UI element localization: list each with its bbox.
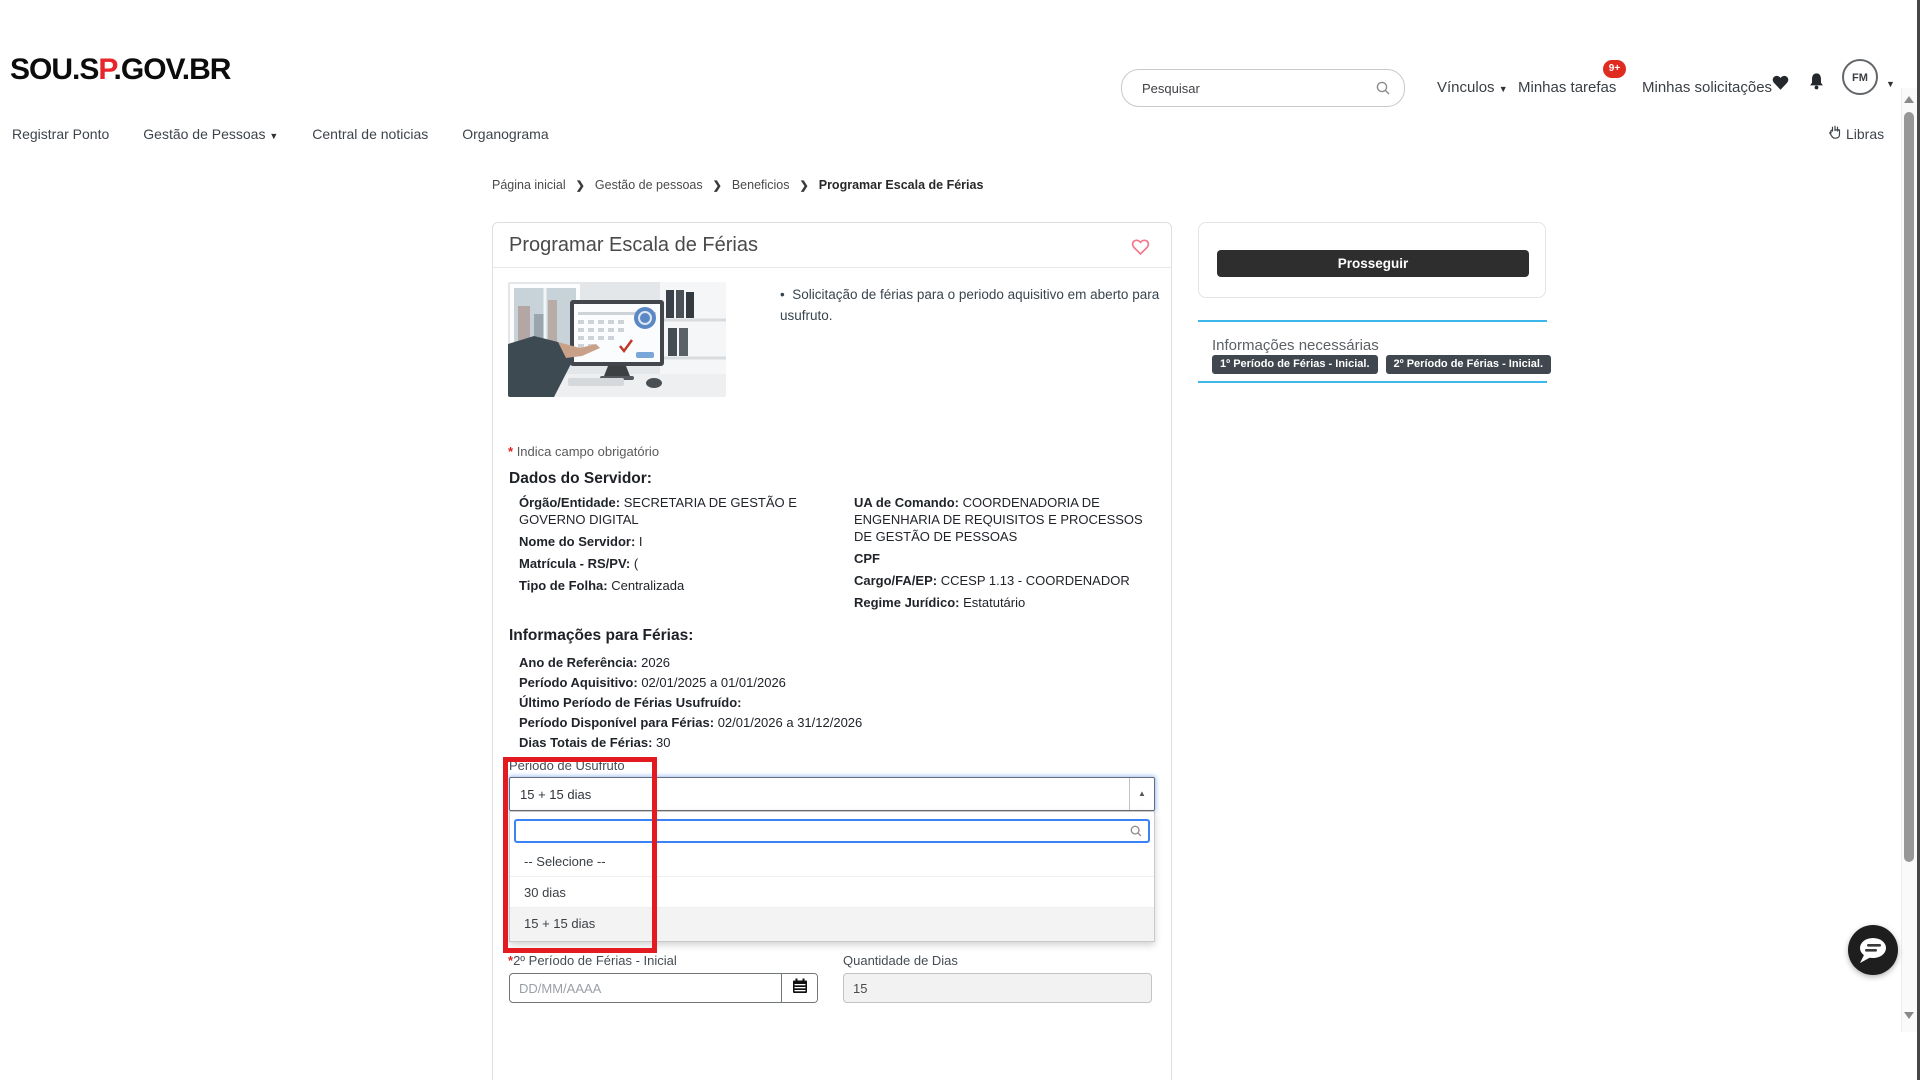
scrollbar-up-arrow[interactable]: [1904, 96, 1914, 103]
scrollbar-thumb[interactable]: [1904, 112, 1914, 862]
divider-line: [1198, 320, 1547, 322]
field-tipo-folha: Tipo de Folha: Centralizada: [519, 577, 849, 594]
favorite-heart-outline-icon[interactable]: [1130, 237, 1151, 261]
nav-organograma[interactable]: Organograma: [462, 126, 548, 142]
breadcrumb-gestao-de-pessoas[interactable]: Gestão de pessoas: [595, 178, 703, 192]
badge-segundo-periodo: 2º Período de Férias - Inicial.: [1386, 355, 1552, 374]
chat-button[interactable]: [1848, 925, 1898, 975]
required-asterisk: *: [508, 444, 513, 459]
info-necessarias-heading: Informações necessárias: [1212, 337, 1379, 354]
chevron-down-icon: ▼: [269, 131, 278, 141]
field-cpf: CPF: [854, 550, 1159, 567]
logo[interactable]: SOU.SP.GOV.BR: [10, 53, 230, 87]
tasks-count-badge: 9+: [1603, 60, 1626, 78]
breadcrumb-separator-icon: ❯: [576, 179, 585, 192]
usufruto-select[interactable]: 15 + 15 dias ▲: [509, 777, 1155, 811]
field-ano-referencia: Ano de Referência: 2026: [519, 655, 1139, 671]
field-matricula: Matrícula - RS/PV: (: [519, 555, 849, 572]
breadcrumb-current: Programar Escala de Férias: [819, 178, 984, 192]
avatar[interactable]: FM: [1842, 59, 1878, 95]
badge-primeiro-periodo: 1º Período de Férias - Inicial.: [1212, 355, 1378, 374]
field-ua-comando: UA de Comando: COORDENADORIA DE ENGENHAR…: [854, 494, 1159, 545]
field-cargo: Cargo/FA/EP: CCESP 1.13 - COORDENADOR: [854, 572, 1159, 589]
chat-bubble-icon: [1848, 962, 1898, 979]
section-info-ferias: Informações para Férias:: [509, 627, 693, 645]
segundo-periodo-date-input[interactable]: [510, 974, 781, 1002]
quantidade-dias-input: [843, 973, 1152, 1003]
breadcrumb-beneficios[interactable]: Beneficios: [732, 178, 790, 192]
notifications-bell-icon[interactable]: [1807, 71, 1826, 96]
usufruto-selected-value: 15 + 15 dias: [520, 787, 591, 802]
field-ultimo-periodo: Último Período de Férias Usufruído:: [519, 695, 1139, 711]
calendar-button[interactable]: [781, 974, 817, 1002]
field-periodo-disponivel: Período Disponível para Férias: 02/01/20…: [519, 715, 1139, 731]
field-orgao: Órgão/Entidade: SECRETARIA DE GESTÃO E G…: [519, 494, 849, 528]
breadcrumb-separator-icon: ❯: [800, 179, 809, 192]
main-nav: Registrar Ponto Gestão de Pessoas ▼ Cent…: [12, 120, 549, 148]
nav-registrar-ponto[interactable]: Registrar Ponto: [12, 126, 109, 142]
search-icon[interactable]: [1375, 80, 1391, 101]
required-info-badges: 1º Período de Férias - Inicial. 2º Perío…: [1212, 355, 1551, 374]
header-link-minhas-tarefas[interactable]: Minhas tarefas: [1518, 79, 1616, 96]
usufruto-label: Periodo de Usufruto: [509, 758, 625, 773]
hand-icon: [1828, 124, 1843, 143]
search-box[interactable]: [1121, 69, 1405, 107]
breadcrumb-pagina-inicial[interactable]: Página inicial: [492, 178, 566, 192]
header-link-vinculos[interactable]: Vínculos ▼: [1437, 79, 1508, 96]
scrollbar-down-arrow[interactable]: [1904, 1012, 1914, 1019]
libras-button[interactable]: Libras: [1828, 124, 1884, 143]
service-description: • Solicitação de férias para o periodo a…: [780, 284, 1192, 326]
ferias-fields: Ano de Referência: 2026 Período Aquisiti…: [519, 655, 1139, 755]
section-dados-servidor: Dados do Servidor:: [509, 470, 652, 488]
select-arrow-icon[interactable]: ▲: [1129, 778, 1154, 810]
field-regime: Regime Jurídico: Estatutário: [854, 594, 1159, 611]
dropdown-search-input[interactable]: [522, 823, 1126, 841]
field-periodo-aquisitivo: Período Aquisitivo: 02/01/2025 a 01/01/2…: [519, 675, 1139, 691]
divider-line: [1198, 381, 1547, 383]
quantidade-dias-label: Quantidade de Dias: [843, 953, 958, 968]
option-15-15-dias[interactable]: 15 + 15 dias: [510, 908, 1154, 941]
logo-s: S: [79, 53, 98, 86]
logo-gov: .GOV.BR: [114, 53, 231, 86]
logo-p: P: [98, 53, 113, 86]
page-title: Programar Escala de Férias: [509, 234, 758, 257]
breadcrumb-separator-icon: ❯: [713, 179, 722, 192]
segundo-periodo-date-group: [509, 973, 818, 1003]
dropdown-search-icon: [1129, 824, 1143, 843]
dados-col-right: UA de Comando: COORDENADORIA DE ENGENHAR…: [854, 494, 1159, 616]
bullet-glyph: •: [780, 287, 785, 302]
dados-col-left: Órgão/Entidade: SECRETARIA DE GESTÃO E G…: [519, 494, 849, 599]
page: SOU.SP.GOV.BR Vínculos ▼ Minhas tarefas …: [0, 0, 1920, 1080]
calendar-icon: [792, 978, 808, 999]
avatar-caret-icon[interactable]: ▼: [1886, 79, 1895, 89]
prosseguir-button[interactable]: Prosseguir: [1217, 250, 1529, 277]
chevron-down-icon: ▼: [1499, 84, 1508, 94]
option-selecione[interactable]: -- Selecione --: [510, 846, 1154, 877]
header-link-minhas-solicitacoes[interactable]: Minhas solicitações: [1642, 79, 1772, 96]
logo-sou: SOU.: [10, 53, 79, 86]
field-nome: Nome do Servidor: I: [519, 533, 849, 550]
favorites-heart-icon[interactable]: [1771, 73, 1790, 96]
option-30-dias[interactable]: 30 dias: [510, 877, 1154, 908]
dropdown-search-box[interactable]: [514, 819, 1150, 843]
nav-central-de-noticias[interactable]: Central de noticias: [312, 126, 428, 142]
nav-gestao-de-pessoas[interactable]: Gestão de Pessoas ▼: [143, 126, 278, 142]
field-dias-totais: Dias Totais de Férias: 30: [519, 735, 1139, 751]
required-field-note: * Indica campo obrigatório: [508, 444, 659, 459]
breadcrumb: Página inicial ❯ Gestão de pessoas ❯ Ben…: [492, 178, 983, 192]
card-illustration: [508, 282, 726, 397]
search-input[interactable]: [1140, 76, 1364, 100]
segundo-periodo-label: *2º Período de Férias - Inicial: [508, 953, 677, 968]
